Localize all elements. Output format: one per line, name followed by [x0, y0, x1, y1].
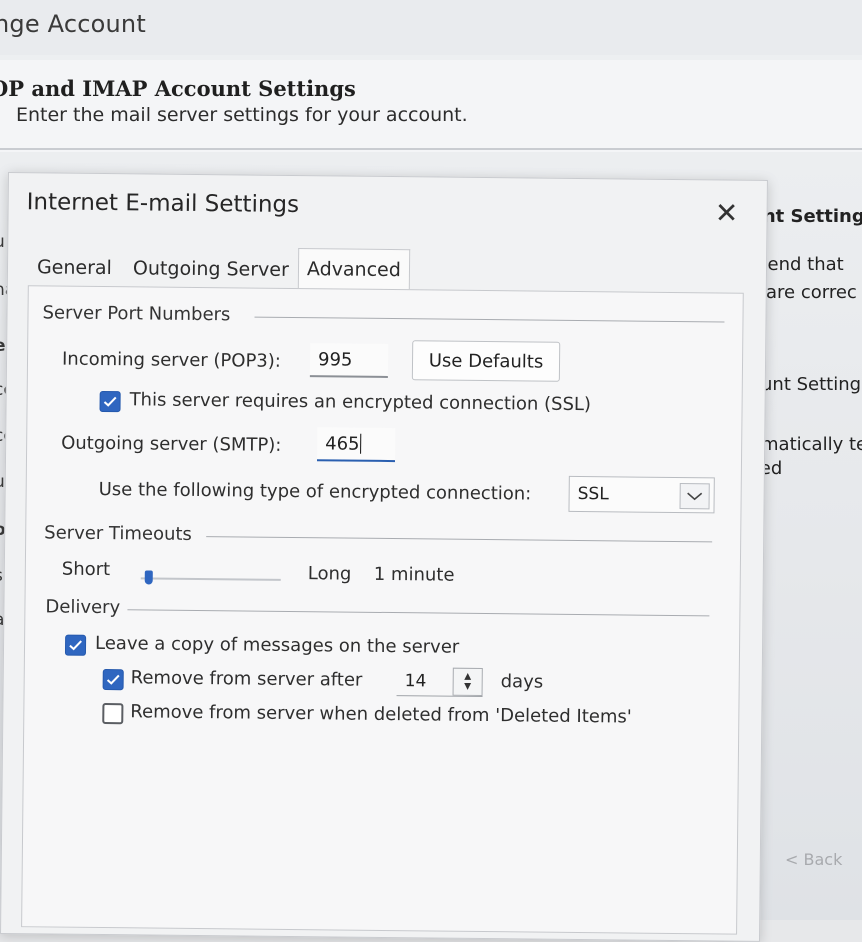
- server-port-numbers-heading: Server Port Numbers: [42, 302, 231, 326]
- encryption-type-label: Use the following type of encrypted conn…: [98, 478, 532, 505]
- left-fragment: u: [0, 232, 5, 252]
- outgoing-port-value: 465: [325, 432, 360, 455]
- dialog-title: Internet E-mail Settings: [26, 189, 300, 219]
- right-fragment: ount Setting: [750, 374, 862, 395]
- outgoing-port-input[interactable]: 465: [316, 427, 396, 463]
- back-button[interactable]: < Back: [785, 850, 842, 869]
- close-button[interactable]: ✕: [708, 194, 744, 230]
- wizard-heading: OP and IMAP Account Settings: [0, 76, 356, 101]
- text-caret: [360, 433, 362, 454]
- remove-after-days-value: 14: [404, 670, 427, 691]
- timeout-short-label: Short: [61, 558, 111, 581]
- ssl-checkbox[interactable]: [99, 390, 121, 413]
- chevron-down-icon: [679, 483, 710, 510]
- incoming-port-input[interactable]: 995: [309, 343, 389, 378]
- server-timeout-slider[interactable]: [140, 568, 281, 589]
- slider-thumb[interactable]: [144, 570, 153, 585]
- window-titlebar: nge Account: [0, 0, 862, 55]
- timeout-value-label: 1 minute: [373, 563, 455, 586]
- checkmark-icon: [69, 640, 82, 651]
- remove-after-checkbox[interactable]: [102, 669, 124, 691]
- tab-outgoing-server[interactable]: Outgoing Server: [124, 250, 298, 288]
- timeout-long-label: Long: [307, 563, 352, 585]
- internet-email-settings-dialog: Internet E-mail Settings ✕ General Outgo…: [0, 172, 768, 942]
- use-defaults-button[interactable]: Use Defaults: [411, 340, 561, 382]
- encryption-type-value: SSL: [577, 483, 609, 505]
- remove-after-label: Remove from server after: [130, 667, 363, 691]
- spin-up-icon[interactable]: ▲: [464, 672, 471, 682]
- tab-advanced[interactable]: Advanced: [297, 248, 411, 292]
- tab-general[interactable]: General: [28, 249, 121, 286]
- incoming-server-label: Incoming server (POP3):: [61, 348, 282, 372]
- encryption-type-select[interactable]: SSL: [568, 475, 715, 514]
- outgoing-server-label: Outgoing server (SMTP):: [61, 432, 282, 456]
- server-timeouts-heading: Server Timeouts: [44, 522, 192, 545]
- group-divider: [206, 536, 713, 543]
- incoming-port-value: 995: [317, 348, 353, 371]
- checkmark-icon: [106, 674, 120, 685]
- days-spinner-buttons[interactable]: ▲ ▼: [452, 667, 483, 696]
- delivery-heading: Delivery: [45, 596, 121, 619]
- advanced-tab-panel: Server Port Numbers Incoming server (POP…: [21, 285, 744, 935]
- right-fragment: are correc: [766, 282, 857, 303]
- wizard-subheading: Enter the mail server settings for your …: [16, 104, 468, 126]
- remove-when-deleted-label: Remove from server when deleted from 'De…: [130, 701, 632, 728]
- ssl-checkbox-label: This server requires an encrypted connec…: [129, 389, 592, 416]
- leave-copy-label: Leave a copy of messages on the server: [94, 632, 460, 658]
- group-divider: [127, 609, 710, 617]
- close-icon: ✕: [714, 195, 739, 230]
- leave-copy-checkbox[interactable]: [64, 634, 87, 656]
- header-divider: [0, 148, 862, 150]
- spin-down-icon[interactable]: ▼: [464, 682, 471, 692]
- remove-when-deleted-checkbox[interactable]: [102, 703, 124, 725]
- right-fragment: omatically te: [750, 434, 862, 455]
- window-title: nge Account: [0, 10, 146, 38]
- group-divider: [254, 316, 725, 323]
- days-label: days: [500, 671, 544, 693]
- slider-track: [140, 577, 281, 581]
- checkmark-icon: [103, 396, 117, 407]
